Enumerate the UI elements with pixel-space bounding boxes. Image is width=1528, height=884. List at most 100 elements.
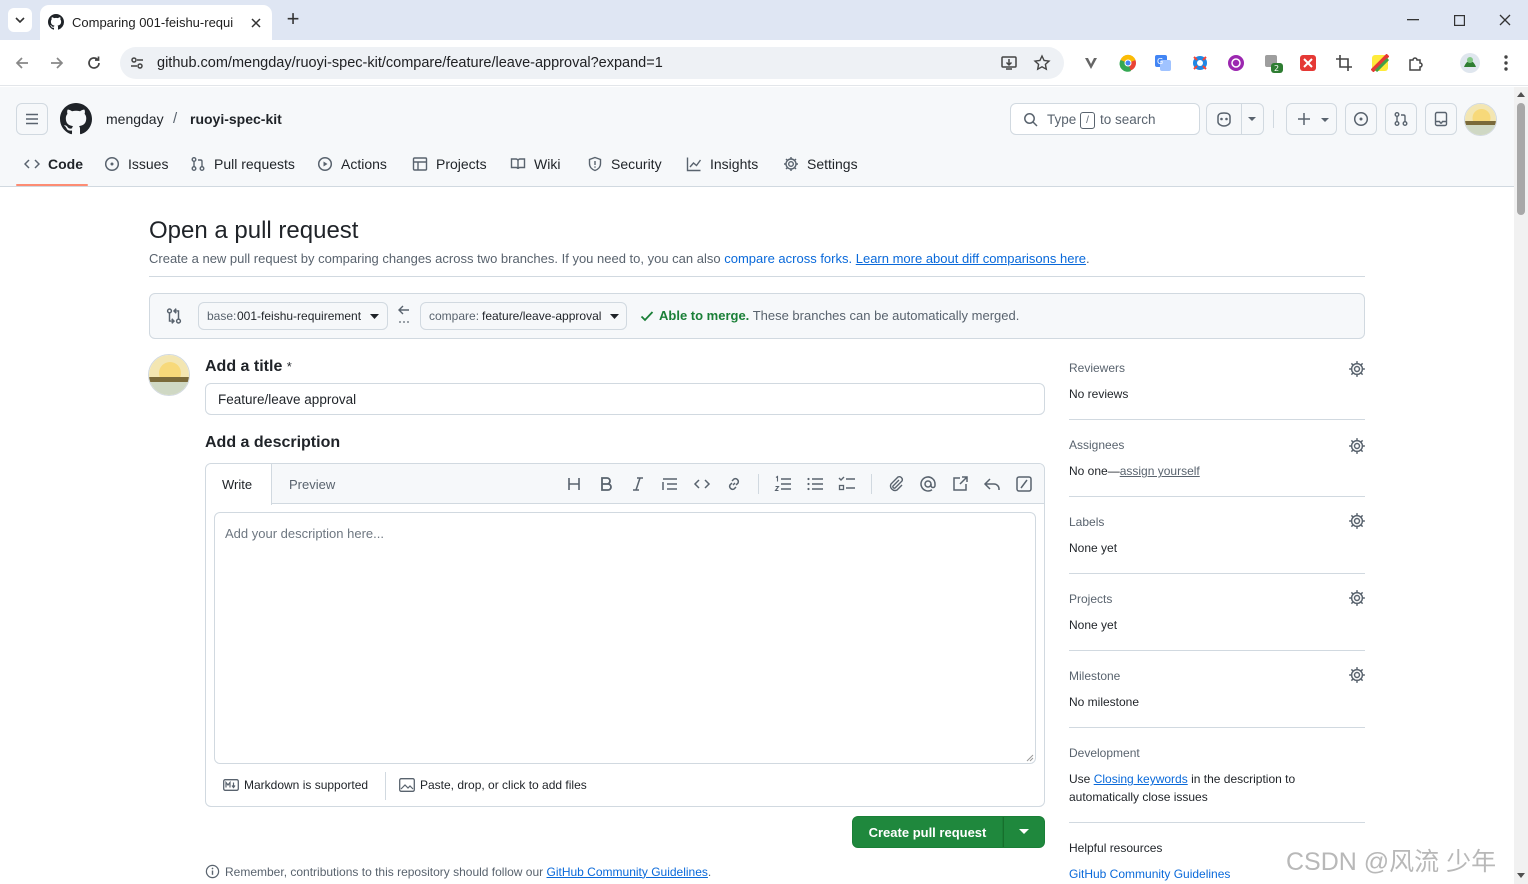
bold-icon[interactable] xyxy=(597,475,615,493)
site-info-icon[interactable] xyxy=(128,54,146,72)
tab-pull-requests[interactable]: Pull requests xyxy=(190,155,295,173)
extension-v-icon[interactable] xyxy=(1083,55,1099,71)
assignees-heading[interactable]: Assignees xyxy=(1069,438,1124,452)
italic-icon[interactable] xyxy=(629,475,647,493)
code-icon[interactable] xyxy=(693,475,711,493)
tab-projects[interactable]: Projects xyxy=(412,155,487,173)
resize-handle-icon xyxy=(1026,754,1034,762)
reload-icon[interactable] xyxy=(85,54,103,72)
projects-heading[interactable]: Projects xyxy=(1069,592,1112,606)
markdown-note[interactable]: Markdown is supported xyxy=(223,778,368,792)
extension-red-icon[interactable] xyxy=(1299,54,1317,72)
ordered-list-icon[interactable] xyxy=(774,475,792,493)
slash-command-icon[interactable] xyxy=(1015,475,1033,493)
create-new-button[interactable] xyxy=(1286,103,1337,135)
projects-value: None yet xyxy=(1069,618,1118,632)
create-pull-request-label: Create pull request xyxy=(868,824,987,840)
mention-icon[interactable] xyxy=(919,475,937,493)
url-text[interactable]: github.com/mengday/ruoyi-spec-kit/compar… xyxy=(157,55,663,71)
compare-forks-link[interactable]: compare across forks. xyxy=(724,251,852,266)
reply-icon[interactable] xyxy=(983,475,1001,493)
back-icon[interactable] xyxy=(13,54,31,72)
browser-menu-icon[interactable] xyxy=(1498,54,1514,72)
tab-insights[interactable]: Insights xyxy=(686,155,758,173)
quote-icon[interactable] xyxy=(661,475,679,493)
extension-crop-icon[interactable] xyxy=(1335,54,1353,72)
milestone-heading[interactable]: Milestone xyxy=(1069,669,1120,683)
milestone-gear-icon[interactable] xyxy=(1348,666,1366,684)
page-scrollbar[interactable] xyxy=(1514,87,1528,884)
assignees-gear-icon[interactable] xyxy=(1348,437,1366,455)
browser-tab-bar: Comparing 001-feishu-requi + xyxy=(0,0,1528,40)
minimize-icon[interactable] xyxy=(1401,8,1425,32)
tab-settings[interactable]: Settings xyxy=(783,155,858,173)
profile-avatar-icon[interactable] xyxy=(1460,53,1480,73)
breadcrumb-owner[interactable]: mengday xyxy=(106,111,164,127)
new-tab-button[interactable]: + xyxy=(283,6,303,32)
scrollbar-thumb[interactable] xyxy=(1517,103,1525,215)
tab-security[interactable]: Security xyxy=(587,155,662,173)
tab-code[interactable]: Code xyxy=(24,155,83,173)
compare-branch-select[interactable]: compare: feature/leave-approval xyxy=(420,302,627,330)
check-icon xyxy=(640,309,654,323)
description-label: Add a description xyxy=(205,434,341,451)
create-options-dropdown[interactable] xyxy=(1003,816,1045,848)
assign-yourself-link[interactable]: assign yourself xyxy=(1120,464,1200,478)
tab-wiki[interactable]: Wiki xyxy=(510,155,560,173)
install-app-icon[interactable] xyxy=(1000,54,1018,72)
unordered-list-icon[interactable] xyxy=(806,475,824,493)
issues-button[interactable] xyxy=(1345,103,1377,135)
closing-keywords-link[interactable]: Closing keywords xyxy=(1094,772,1188,786)
cross-reference-icon[interactable] xyxy=(951,475,969,493)
github-logo-icon[interactable] xyxy=(60,103,92,135)
issue-opened-icon xyxy=(1353,111,1369,127)
menu-button[interactable] xyxy=(16,103,48,135)
tab-search-button[interactable] xyxy=(8,8,32,32)
copilot-button[interactable] xyxy=(1206,103,1264,135)
breadcrumb-repo[interactable]: ruoyi-spec-kit xyxy=(190,111,282,127)
heading-icon[interactable] xyxy=(565,475,583,493)
extensions-puzzle-icon[interactable] xyxy=(1407,54,1425,72)
bookmark-star-icon[interactable] xyxy=(1033,54,1051,72)
reviewers-heading[interactable]: Reviewers xyxy=(1069,361,1125,375)
task-list-icon[interactable] xyxy=(838,475,856,493)
labels-gear-icon[interactable] xyxy=(1348,512,1366,530)
graph-icon xyxy=(686,157,702,172)
paperclip-icon[interactable] xyxy=(887,475,905,493)
tab-insights-label: Insights xyxy=(710,156,759,172)
learn-more-link[interactable]: Learn more about diff comparisons here xyxy=(856,251,1086,266)
reviewers-gear-icon[interactable] xyxy=(1348,360,1366,378)
tab-actions[interactable]: Actions xyxy=(317,155,387,173)
close-window-icon[interactable] xyxy=(1493,8,1517,32)
tab-title: Comparing 001-feishu-requi xyxy=(72,15,234,30)
maximize-icon[interactable] xyxy=(1447,8,1471,32)
pull-requests-button[interactable] xyxy=(1385,103,1417,135)
tab-write[interactable]: Write xyxy=(206,464,272,505)
forward-icon[interactable] xyxy=(48,54,66,72)
search-input[interactable]: Type / to search xyxy=(1010,103,1200,135)
helpful-guidelines-link[interactable]: GitHub Community Guidelines xyxy=(1069,867,1230,881)
title-input[interactable]: Feature/leave approval xyxy=(205,383,1045,415)
tab-projects-label: Projects xyxy=(436,156,487,172)
browser-tab-active[interactable]: Comparing 001-feishu-requi xyxy=(40,5,272,40)
projects-gear-icon[interactable] xyxy=(1348,589,1366,607)
tab-preview[interactable]: Preview xyxy=(272,464,348,504)
attach-files[interactable]: Paste, drop, or click to add files xyxy=(399,778,587,792)
tab-issues[interactable]: Issues xyxy=(104,155,168,173)
extension-screenshot-icon[interactable] xyxy=(1191,54,1209,72)
close-tab-icon[interactable] xyxy=(248,15,264,31)
user-avatar[interactable] xyxy=(1464,103,1497,136)
labels-heading[interactable]: Labels xyxy=(1069,515,1104,529)
community-guidelines-link[interactable]: GitHub Community Guidelines xyxy=(547,865,708,879)
inbox-button[interactable] xyxy=(1425,103,1457,135)
base-branch-select[interactable]: base: 001-feishu-requirement xyxy=(198,302,388,330)
link-icon[interactable] xyxy=(725,475,743,493)
extension-chrome-icon[interactable] xyxy=(1119,54,1137,72)
extension-color-icon[interactable] xyxy=(1371,54,1389,72)
extension-purple-icon[interactable] xyxy=(1227,54,1245,72)
extension-translate-icon[interactable]: G xyxy=(1154,54,1172,72)
description-textarea[interactable]: Add your description here... xyxy=(214,512,1036,764)
table-icon xyxy=(412,157,428,171)
extension-badge-icon[interactable]: 2 xyxy=(1264,54,1286,76)
create-pull-request-button[interactable]: Create pull request xyxy=(852,816,1003,848)
